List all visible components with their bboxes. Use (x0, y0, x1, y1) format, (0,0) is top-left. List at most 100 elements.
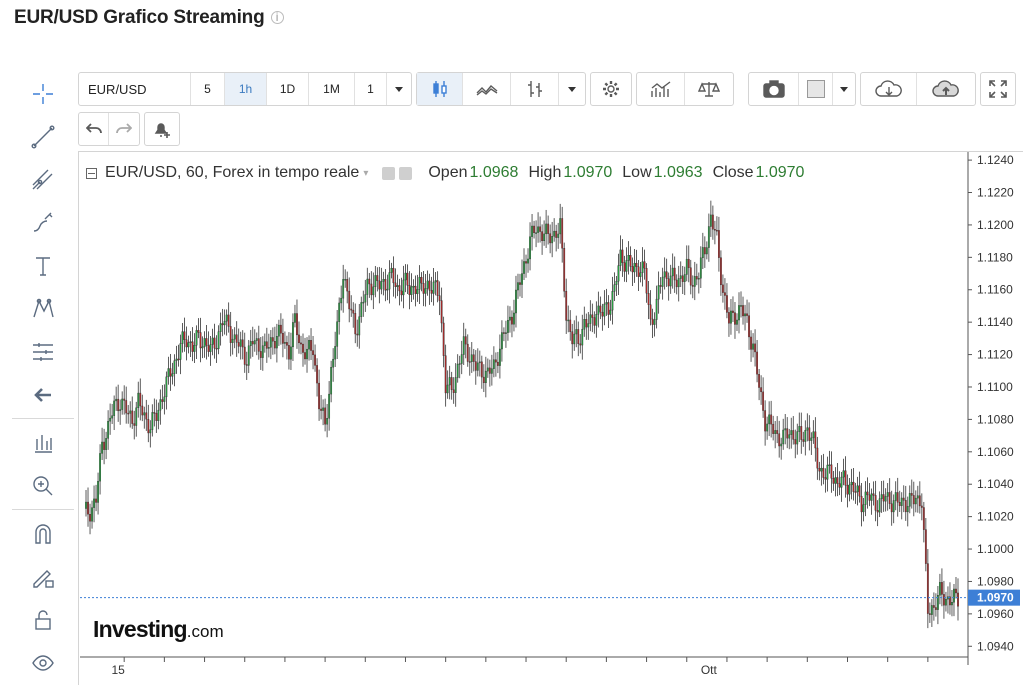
candle (306, 348, 308, 360)
candle (442, 322, 445, 356)
candle (613, 284, 616, 292)
candle (113, 400, 116, 416)
candle (155, 412, 158, 421)
candle (348, 290, 351, 310)
candle (848, 484, 851, 495)
candle (545, 223, 548, 235)
candle (342, 279, 345, 299)
legend-settings-icon[interactable] (399, 166, 413, 180)
candle (832, 478, 835, 484)
candle (261, 345, 264, 358)
candle (820, 467, 823, 472)
candle (392, 267, 395, 284)
candle (597, 305, 600, 315)
candle (492, 359, 495, 369)
candle (382, 279, 385, 282)
candle (896, 492, 899, 503)
candle (589, 314, 592, 324)
candle (378, 280, 381, 290)
candle (858, 485, 861, 497)
close-value: 1.0970 (755, 164, 805, 181)
candle (569, 319, 572, 332)
candle (951, 602, 953, 606)
candle (129, 410, 132, 414)
candle (368, 278, 371, 285)
candle (633, 262, 636, 273)
high-value: 1.0970 (563, 164, 613, 181)
candle (605, 302, 608, 305)
candle (364, 294, 367, 303)
candle (591, 314, 594, 318)
candle (95, 498, 97, 503)
candle (932, 605, 935, 608)
candle (587, 323, 590, 328)
candle (796, 431, 799, 445)
candle (625, 260, 628, 272)
legend-dropdown-icon[interactable]: ▾ (363, 168, 368, 179)
candle (659, 285, 662, 287)
candle (490, 368, 493, 374)
candle (601, 311, 604, 317)
candle (187, 342, 190, 348)
candle (886, 492, 889, 497)
candle (766, 423, 769, 432)
candle (792, 430, 795, 440)
candle (352, 309, 355, 314)
candle (595, 314, 598, 326)
candle (446, 384, 449, 394)
candle (637, 266, 640, 277)
candle (356, 333, 359, 336)
candle (376, 275, 379, 282)
candle (185, 339, 188, 348)
candle (284, 342, 286, 344)
price-tick-label: 1.1060 (977, 445, 1014, 459)
candle (549, 233, 552, 244)
candle (247, 345, 250, 366)
candle (665, 271, 668, 279)
price-chart[interactable]: 1.1240 1.1220 1.1200 1.1180 1.1160 1.1140 1.11… (0, 0, 1025, 685)
price-tick-label: 1.0960 (977, 607, 1014, 621)
candle (651, 318, 654, 325)
candle (422, 283, 425, 294)
candle (282, 333, 284, 344)
candle (370, 283, 373, 296)
candle (314, 354, 316, 366)
candle (161, 399, 164, 402)
candle (918, 495, 921, 507)
candle (904, 500, 907, 513)
candle (830, 464, 833, 479)
candle (525, 261, 527, 264)
candle (458, 363, 461, 365)
candle (726, 295, 728, 313)
candle (924, 529, 927, 564)
candle (229, 326, 232, 343)
candle (856, 485, 859, 493)
candle (167, 368, 170, 378)
candle (567, 319, 570, 322)
candle (440, 300, 443, 324)
candle (286, 342, 288, 346)
candle (177, 358, 180, 361)
price-tick-label: 1.1220 (977, 186, 1014, 200)
price-tick-label: 1.0940 (977, 639, 1014, 653)
price-tick-label: 1.1020 (977, 510, 1014, 524)
candle (231, 338, 234, 343)
candle (165, 376, 168, 398)
candle (655, 298, 658, 320)
candle (255, 338, 258, 341)
eye-toggle-icon[interactable] (382, 166, 396, 180)
price-tick-label: 1.1000 (977, 542, 1014, 556)
candle (635, 262, 638, 267)
candle (810, 437, 813, 441)
collapse-legend-icon[interactable] (86, 167, 97, 179)
candle (818, 467, 821, 472)
low-value: 1.0963 (653, 164, 703, 181)
candle (750, 336, 752, 350)
candle (241, 339, 244, 348)
candle (420, 276, 423, 284)
candle (99, 453, 101, 482)
candle (279, 324, 282, 334)
candle (147, 418, 150, 434)
candle (671, 267, 674, 277)
candle (137, 392, 140, 409)
